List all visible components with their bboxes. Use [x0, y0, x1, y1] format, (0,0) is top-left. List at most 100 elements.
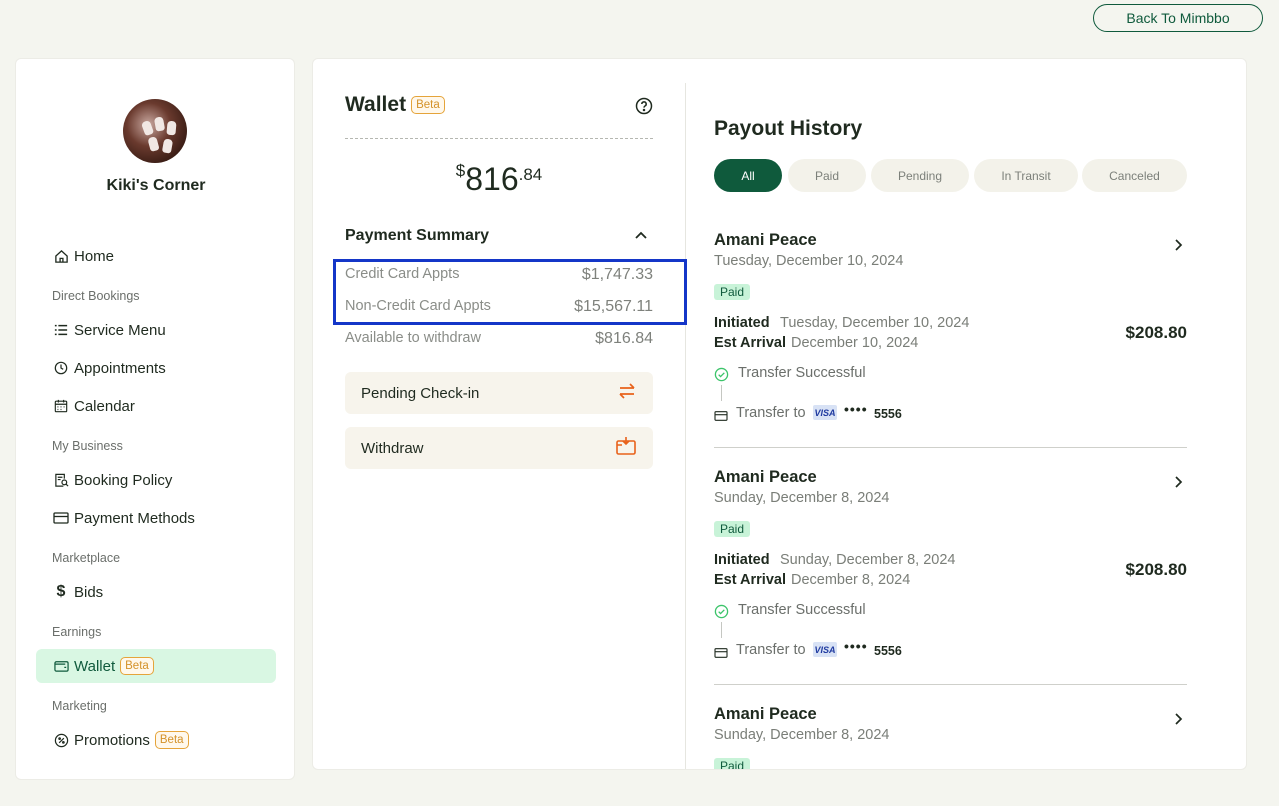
sidebar-item-label: Calendar — [74, 397, 135, 415]
swap-arrows-icon — [617, 381, 637, 405]
payout-date: Sunday, December 8, 2024 — [714, 490, 890, 506]
sidebar: Kiki's Corner Home Direct Bookings Servi… — [15, 58, 295, 780]
transfer-to-label: Transfer to — [736, 405, 806, 421]
payout-name: Amani Peace — [714, 468, 817, 486]
est-arrival-value: December 8, 2024 — [791, 572, 911, 588]
section-my-business: My Business — [52, 439, 123, 453]
payout-item[interactable]: Amani Peace Tuesday, December 10, 2024 P… — [714, 231, 1187, 451]
card-last4: 5556 — [874, 644, 902, 658]
filter-pending[interactable]: Pending — [871, 159, 969, 192]
transfer-to-label: Transfer to — [736, 642, 806, 658]
payout-item[interactable]: Amani Peace Sunday, December 8, 2024 Pai… — [714, 468, 1187, 688]
section-marketplace: Marketplace — [52, 551, 121, 565]
beta-badge: Beta — [411, 96, 445, 114]
filter-all[interactable]: All — [714, 159, 782, 192]
balance-cents: .84 — [518, 165, 543, 184]
sidebar-item-label: Payment Methods — [74, 509, 195, 527]
sidebar-item-label: Wallet — [74, 657, 116, 675]
wallet-icon — [52, 657, 70, 675]
clock-icon — [52, 359, 70, 377]
check-circle-icon — [714, 604, 729, 624]
balance-currency: $ — [455, 161, 466, 180]
timeline-line — [721, 385, 722, 401]
document-search-icon — [52, 471, 70, 489]
credit-card-appts-row: Credit Card Appts $1,747.33 — [345, 266, 653, 284]
section-marketing: Marketing — [52, 699, 107, 713]
sidebar-item-bids[interactable]: $ Bids — [36, 575, 276, 609]
section-earnings: Earnings — [52, 625, 102, 639]
wallet-balance: $816.84 — [345, 161, 653, 198]
credit-card-appts-label: Credit Card Appts — [345, 266, 460, 282]
sidebar-item-label: Booking Policy — [74, 471, 173, 489]
chevron-right-icon[interactable] — [1172, 474, 1184, 490]
sidebar-item-appointments[interactable]: Appointments — [36, 351, 276, 385]
payment-summary-title: Payment Summary — [345, 227, 490, 244]
credit-card-icon — [52, 509, 70, 527]
divider — [714, 447, 1187, 448]
pending-check-in-button[interactable]: Pending Check-in — [345, 372, 653, 414]
payout-date: Tuesday, December 10, 2024 — [714, 253, 904, 269]
beta-badge: Beta — [120, 657, 154, 675]
sidebar-item-booking-policy[interactable]: Booking Policy — [36, 463, 276, 497]
sidebar-item-label: Promotions — [74, 731, 150, 749]
discount-icon — [52, 731, 70, 749]
transfer-status: Transfer Successful — [738, 365, 866, 381]
card-icon — [714, 409, 728, 427]
non-credit-card-appts-row: Non-Credit Card Appts $15,567.11 — [345, 298, 653, 316]
sidebar-item-label: Appointments — [74, 359, 166, 377]
payout-name: Amani Peace — [714, 231, 817, 249]
visa-icon: VISA — [813, 405, 837, 420]
main-panel: Wallet Beta $816.84 Payment Summary Cred… — [312, 58, 1247, 770]
back-to-mimbbo-button[interactable]: Back To Mimbbo — [1093, 4, 1263, 32]
balance-dollars: 816 — [465, 161, 519, 197]
avatar — [123, 99, 187, 163]
calendar-icon — [52, 397, 70, 415]
transfer-status: Transfer Successful — [738, 602, 866, 618]
withdraw-button[interactable]: Withdraw — [345, 427, 653, 469]
card-mask: •••• — [844, 401, 868, 417]
status-badge: Paid — [714, 284, 751, 300]
help-icon[interactable] — [635, 97, 653, 115]
sidebar-item-home[interactable]: Home — [36, 239, 276, 273]
payout-amount: $208.80 — [1125, 323, 1187, 342]
non-credit-card-appts-label: Non-Credit Card Appts — [345, 298, 491, 314]
wallet-title-text: Wallet — [345, 93, 407, 116]
est-arrival-value: December 10, 2024 — [791, 335, 919, 351]
chevron-right-icon[interactable] — [1172, 711, 1184, 727]
sidebar-item-label: Home — [74, 247, 115, 265]
payout-history-title: Payout History — [714, 117, 863, 140]
sidebar-item-service-menu[interactable]: Service Menu — [36, 313, 276, 347]
panel-divider — [685, 83, 686, 769]
dollar-icon: $ — [56, 583, 66, 600]
initiated-label: Initiated — [714, 552, 770, 568]
timeline-line — [721, 622, 722, 638]
credit-card-appts-value: $1,747.33 — [581, 266, 653, 283]
check-circle-icon — [714, 367, 729, 387]
est-arrival-label: Est Arrival — [714, 572, 786, 588]
sidebar-item-payment-methods[interactable]: Payment Methods — [36, 501, 276, 535]
divider — [714, 684, 1187, 685]
filter-in-transit[interactable]: In Transit — [974, 159, 1078, 192]
payout-item[interactable]: Amani Peace Sunday, December 8, 2024 Pai… — [714, 705, 1187, 769]
pending-check-in-label: Pending Check-in — [361, 384, 480, 402]
card-last4: 5556 — [874, 407, 902, 421]
filter-canceled[interactable]: Canceled — [1082, 159, 1187, 192]
list-icon — [52, 321, 70, 339]
filter-paid[interactable]: Paid — [788, 159, 866, 192]
section-direct-bookings: Direct Bookings — [52, 289, 140, 303]
withdraw-label: Withdraw — [361, 439, 424, 457]
initiated-value: Sunday, December 8, 2024 — [780, 552, 956, 568]
chevron-right-icon[interactable] — [1172, 237, 1184, 253]
sidebar-item-promotions[interactable]: Promotions Beta — [36, 723, 276, 757]
available-withdraw-value: $816.84 — [595, 330, 653, 347]
sidebar-item-wallet[interactable]: Wallet Beta — [36, 649, 276, 683]
home-icon — [52, 247, 70, 265]
sidebar-item-calendar[interactable]: Calendar — [36, 389, 276, 423]
chevron-up-icon[interactable] — [633, 227, 651, 245]
visa-icon: VISA — [813, 642, 837, 657]
card-icon — [714, 646, 728, 664]
initiated-label: Initiated — [714, 315, 770, 331]
payout-name: Amani Peace — [714, 705, 817, 723]
payout-date: Sunday, December 8, 2024 — [714, 727, 890, 743]
initiated-value: Tuesday, December 10, 2024 — [780, 315, 970, 331]
